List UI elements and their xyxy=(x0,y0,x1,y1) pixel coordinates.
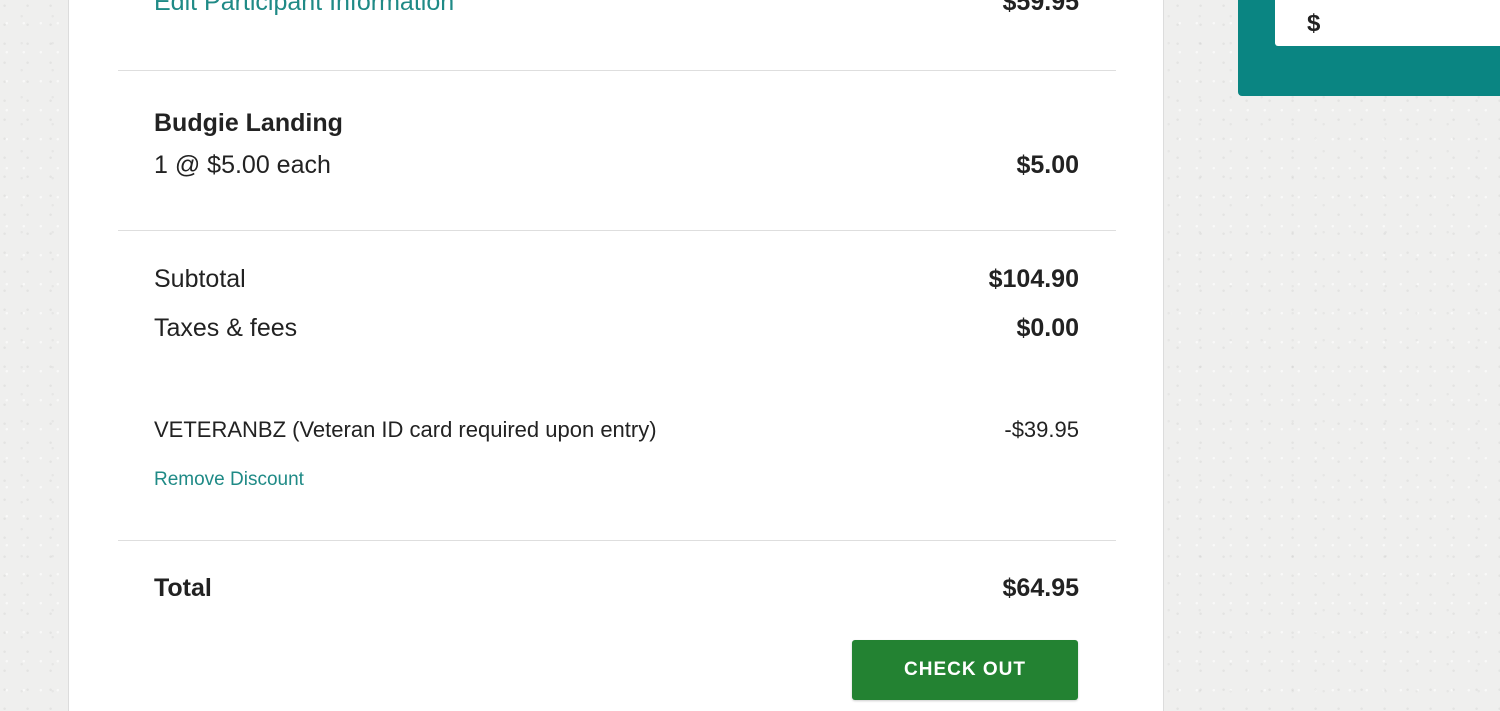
item-price: $5.00 xyxy=(1016,151,1079,179)
discount-amount: -$39.95 xyxy=(1004,417,1079,442)
amount-input[interactable]: $ xyxy=(1275,0,1500,46)
taxes-value: $0.00 xyxy=(1016,314,1079,342)
remove-discount-link[interactable]: Remove Discount xyxy=(154,469,304,491)
total-row: Total $64.95 xyxy=(154,574,1079,603)
divider xyxy=(118,70,1116,71)
divider xyxy=(118,540,1116,541)
taxes-label: Taxes & fees xyxy=(154,314,298,342)
discount-row: VETERANBZ (Veteran ID card required upon… xyxy=(154,417,1079,443)
subtotal-label: Subtotal xyxy=(154,265,246,293)
item-detail: 1 @ $5.00 each xyxy=(154,151,331,179)
cart-card: Edit Participant Information $59.95 Budg… xyxy=(68,0,1164,711)
remove-discount-row: Remove Discount xyxy=(154,469,1079,491)
item-detail-row: 1 @ $5.00 each $5.00 xyxy=(154,151,1079,180)
subtotal-row: Subtotal $104.90 xyxy=(154,265,1079,294)
total-label: Total xyxy=(154,574,212,602)
subtotal-value: $104.90 xyxy=(988,265,1079,293)
participant-row: Edit Participant Information $59.95 xyxy=(154,0,1079,17)
participant-price: $59.95 xyxy=(1002,0,1079,16)
currency-symbol: $ xyxy=(1307,10,1321,37)
side-panel: $ xyxy=(1238,0,1500,96)
item-title-row: Budgie Landing xyxy=(154,109,1079,138)
divider xyxy=(118,230,1116,231)
checkout-button[interactable]: CHECK OUT xyxy=(852,640,1078,700)
discount-code-label: VETERANBZ (Veteran ID card required upon… xyxy=(154,417,657,442)
edit-participant-link[interactable]: Edit Participant Information xyxy=(154,0,454,17)
taxes-row: Taxes & fees $0.00 xyxy=(154,314,1079,343)
item-name: Budgie Landing xyxy=(154,109,343,137)
total-value: $64.95 xyxy=(1002,574,1079,602)
